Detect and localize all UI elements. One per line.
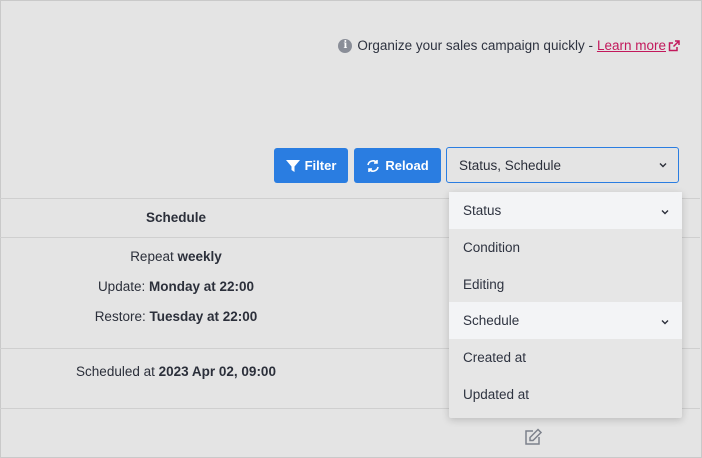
option-label: Created at [463, 350, 527, 365]
restore-value: Tuesday at 22:00 [149, 309, 258, 324]
check-icon [660, 315, 670, 330]
scheduled-label: Scheduled at [76, 364, 155, 379]
repeat-label: Repeat [130, 249, 174, 264]
info-icon: i [338, 38, 353, 53]
option-label: Editing [463, 277, 505, 292]
dropdown-option-schedule[interactable]: Schedule [449, 302, 682, 339]
option-label: Condition [463, 240, 521, 255]
option-label: Updated at [463, 387, 530, 402]
restore-line: Restore: Tuesday at 22:00 [0, 309, 352, 324]
option-label: Status [463, 203, 502, 218]
columns-dropdown-menu: Status Condition Editing Schedule Create… [449, 192, 682, 418]
filter-icon [285, 159, 300, 172]
columns-select[interactable]: Status, Schedule [446, 147, 679, 183]
restore-label: Restore: [94, 309, 146, 324]
hint-banner: i Organize your sales campaign quickly -… [338, 38, 680, 53]
repeat-value: weekly [177, 249, 222, 264]
reload-button[interactable]: Reload [354, 148, 441, 183]
dropdown-option-condition[interactable]: Condition [449, 229, 682, 266]
filter-button[interactable]: Filter [274, 148, 348, 183]
hint-text: Organize your sales campaign quickly - [357, 38, 593, 53]
reload-button-label: Reload [385, 158, 429, 173]
chevron-down-icon [658, 158, 668, 173]
scheduled-line: Scheduled at 2023 Apr 02, 09:00 [0, 364, 352, 379]
edit-icon[interactable] [524, 428, 544, 451]
update-line: Update: Monday at 22:00 [0, 279, 352, 294]
dropdown-option-status[interactable]: Status [449, 192, 682, 229]
scheduled-value: 2023 Apr 02, 09:00 [158, 364, 276, 379]
column-header-schedule: Schedule [145, 210, 207, 225]
dropdown-option-updated-at[interactable]: Updated at [449, 376, 682, 413]
learn-more-link[interactable]: Learn more [597, 38, 666, 53]
dropdown-option-editing[interactable]: Editing [449, 266, 682, 303]
dropdown-option-created-at[interactable]: Created at [449, 339, 682, 376]
filter-button-label: Filter [304, 158, 337, 173]
option-label: Schedule [463, 313, 520, 328]
external-link-icon[interactable] [668, 39, 680, 52]
columns-select-value: Status, Schedule [459, 157, 562, 173]
repeat-line: Repeat weekly [0, 249, 352, 264]
check-icon [660, 205, 670, 220]
refresh-icon [367, 159, 380, 172]
update-value: Monday at 22:00 [149, 279, 255, 294]
update-label: Update: [97, 279, 146, 294]
